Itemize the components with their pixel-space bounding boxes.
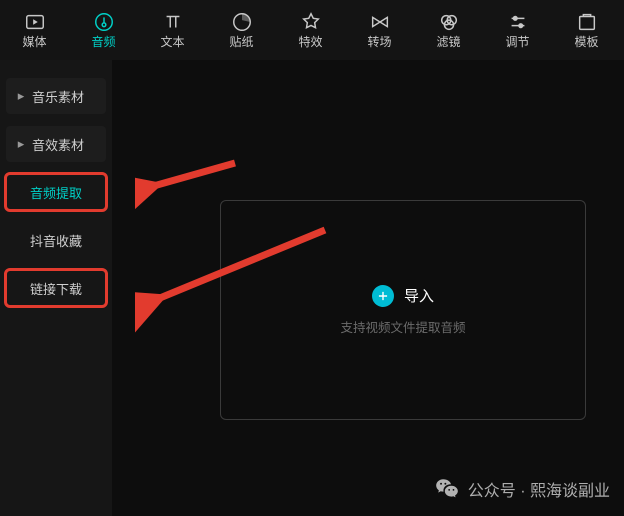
- app-root: 媒体 音频 文本 贴纸 特效 转场 滤镜 调节: [0, 0, 624, 516]
- sidebar-item-label: 音效素材: [32, 135, 84, 154]
- sidebar-item-link-download[interactable]: 链接下载: [6, 270, 106, 306]
- sidebar-item-label: 抖音收藏: [30, 231, 82, 250]
- tab-effects[interactable]: 特效: [276, 0, 345, 58]
- import-row: 导入: [372, 285, 434, 307]
- sidebar-item-douyin-fav[interactable]: 抖音收藏: [6, 222, 106, 258]
- import-dropzone[interactable]: 导入 支持视频文件提取音频: [220, 200, 586, 420]
- sidebar-item-label: 音频提取: [30, 183, 82, 202]
- sidebar-item-label: 链接下载: [30, 279, 82, 298]
- tab-label: 媒体: [22, 36, 46, 48]
- adjust-icon: [507, 11, 529, 33]
- tab-label: 音频: [91, 36, 115, 48]
- main-panel: 导入 支持视频文件提取音频: [112, 60, 624, 516]
- sidebar-item-label: 音乐素材: [32, 87, 84, 106]
- tab-template[interactable]: 模板: [552, 0, 621, 58]
- tab-audio[interactable]: 音频: [69, 0, 138, 58]
- filter-icon: [438, 11, 460, 33]
- tab-label: 特效: [298, 36, 322, 48]
- tab-label: 调节: [505, 36, 529, 48]
- media-icon: [24, 11, 46, 33]
- audio-icon: [93, 11, 115, 33]
- tab-label: 贴纸: [229, 36, 253, 48]
- tab-label: 文本: [160, 36, 184, 48]
- import-label: 导入: [404, 285, 434, 306]
- tab-label: 滤镜: [436, 36, 460, 48]
- sticker-icon: [231, 11, 253, 33]
- sidebar-item-music[interactable]: ▸ 音乐素材: [6, 78, 106, 114]
- wechat-icon: [434, 476, 460, 502]
- sidebar: ▸ 音乐素材 ▸ 音效素材 音频提取 抖音收藏 链接下载: [0, 60, 112, 516]
- plus-icon: [372, 285, 394, 307]
- tab-label: 模板: [574, 36, 598, 48]
- tab-filter[interactable]: 滤镜: [414, 0, 483, 58]
- transition-icon: [369, 11, 391, 33]
- watermark-text: 公众号 · 熙海谈副业: [468, 477, 610, 501]
- tab-media[interactable]: 媒体: [0, 0, 69, 58]
- import-hint: 支持视频文件提取音频: [340, 317, 465, 336]
- top-nav: 媒体 音频 文本 贴纸 特效 转场 滤镜 调节: [0, 0, 624, 61]
- tab-adjust[interactable]: 调节: [483, 0, 552, 58]
- watermark: 公众号 · 熙海谈副业: [434, 476, 610, 502]
- tab-sticker[interactable]: 贴纸: [207, 0, 276, 58]
- sidebar-item-sfx[interactable]: ▸ 音效素材: [6, 126, 106, 162]
- sidebar-item-extract-audio[interactable]: 音频提取: [6, 174, 106, 210]
- tab-text[interactable]: 文本: [138, 0, 207, 58]
- tab-label: 转场: [367, 36, 391, 48]
- effects-icon: [300, 11, 322, 33]
- text-icon: [162, 11, 184, 33]
- chevron-right-icon: ▸: [16, 88, 26, 104]
- tab-transition[interactable]: 转场: [345, 0, 414, 58]
- chevron-right-icon: ▸: [16, 136, 26, 152]
- template-icon: [576, 11, 598, 33]
